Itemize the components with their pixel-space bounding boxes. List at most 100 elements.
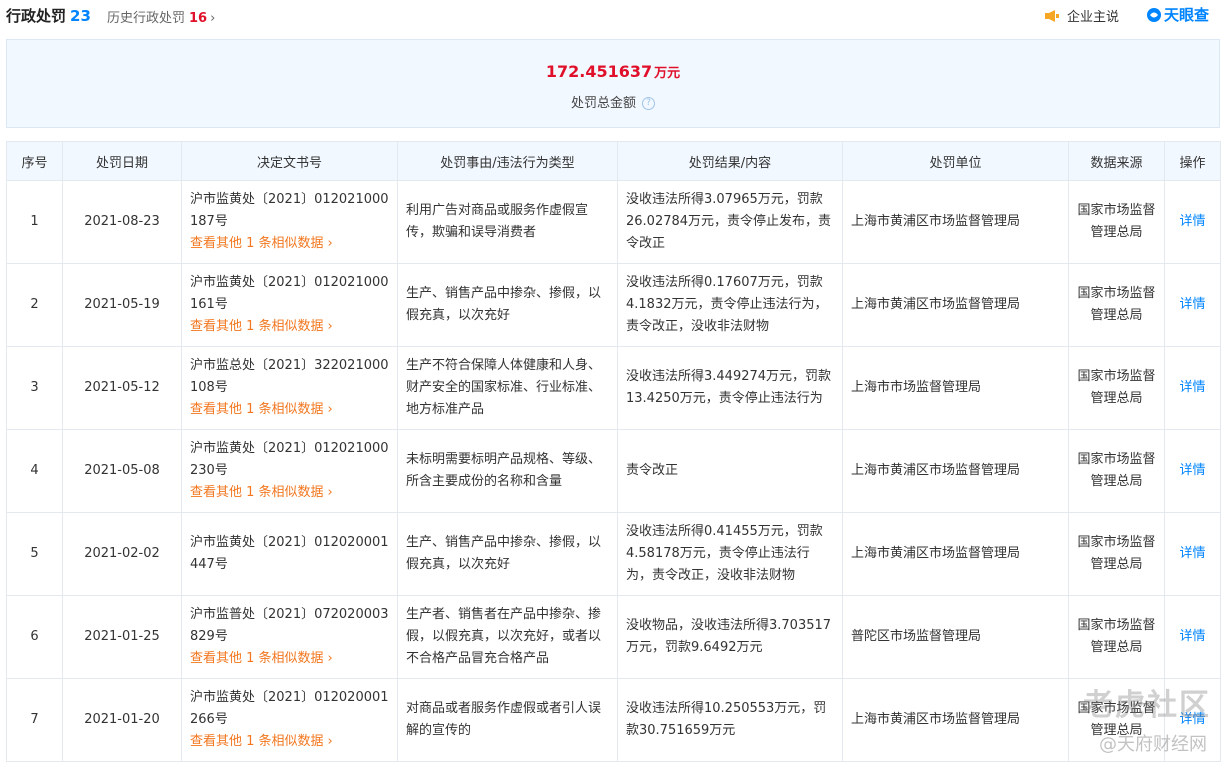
chevron-right-icon: › <box>327 402 333 417</box>
table-row: 2 2021-05-19 沪市监黄处〔2021〕012021000161号查看其他 … <box>6 263 1221 347</box>
penalty-reason: 对商品或者服务作虚假或者引人误解的宣传的 <box>397 678 618 762</box>
column-header: 处罚结果/内容 <box>617 141 843 181</box>
chevron-right-icon: › <box>327 734 333 749</box>
detail-link[interactable]: 详情 <box>1179 380 1205 395</box>
view-similar-link[interactable]: 查看其他 1 条相似数据 › <box>190 731 389 753</box>
column-header: 处罚事由/违法行为类型 <box>397 141 618 181</box>
tab-history-penalty[interactable]: 历史行政处罚 16 › <box>107 7 215 26</box>
action-cell: 详情 <box>1164 263 1221 347</box>
watermark-text: 老虎社区 <box>1083 688 1211 723</box>
penalty-authority: 普陀区市场监督管理局 <box>842 595 1069 679</box>
tab-history-count: 16 <box>189 11 208 26</box>
column-header: 处罚日期 <box>62 141 182 181</box>
table-row: 3 2021-05-12 沪市监总处〔2021〕322021000108号查看其他 … <box>6 346 1221 430</box>
view-similar-link[interactable]: 查看其他 1 条相似数据 › <box>190 482 389 504</box>
enterprise-claim-link[interactable]: 企业主说 <box>1044 6 1119 25</box>
action-cell: 详情 <box>1164 346 1221 430</box>
decision-doc-cell: 沪市监总处〔2021〕322021000108号查看其他 1 条相似数据 › <box>181 346 398 430</box>
penalty-result: 没收违法所得0.41455万元，罚款4.58178万元，责令停止违法行为，责令改… <box>617 512 843 596</box>
view-similar-label: 查看其他 1 条相似数据 <box>190 319 324 334</box>
view-similar-link[interactable]: 查看其他 1 条相似数据 › <box>190 316 389 338</box>
penalty-authority: 上海市市场监督管理局 <box>842 346 1069 430</box>
row-number: 4 <box>6 429 63 513</box>
detail-link[interactable]: 详情 <box>1179 463 1205 478</box>
penalty-date: 2021-01-25 <box>62 595 182 679</box>
decision-doc-number: 沪市监普处〔2021〕072020003829号 <box>190 607 389 644</box>
top-bar: 行政处罚 23 历史行政处罚 16 › 企业主说 天眼查 <box>0 0 1229 32</box>
row-number: 7 <box>6 678 63 762</box>
row-number: 3 <box>6 346 63 430</box>
detail-link[interactable]: 详情 <box>1179 629 1205 644</box>
penalty-authority: 上海市黄浦区市场监督管理局 <box>842 512 1069 596</box>
total-amount: 172.451637 万元 <box>7 62 1219 81</box>
action-cell: 详情 <box>1164 595 1221 679</box>
tab-admin-penalty-count: 23 <box>70 7 91 25</box>
detail-link[interactable]: 详情 <box>1179 297 1205 312</box>
table-header-row: 序号 处罚日期 决定文书号 处罚事由/违法行为类型 处罚结果/内容 处罚单位 数据来源 操作 <box>6 141 1221 181</box>
row-number: 2 <box>6 263 63 347</box>
penalty-authority: 上海市黄浦区市场监督管理局 <box>842 429 1069 513</box>
decision-doc-cell: 沪市监黄处〔2021〕012020001266号 查看其他 1 条相似数据 › <box>181 678 398 762</box>
penalty-result: 没收物品，没收违法所得3.703517万元，罚款9.6492万元 <box>617 595 843 679</box>
decision-doc-cell: 沪市监黄处〔2021〕012021000230号 查看其他 1 条相似数据 › <box>181 429 398 513</box>
view-similar-link[interactable]: 查看其他 1 条相似数据 › <box>190 648 389 670</box>
column-header: 数据来源 <box>1068 141 1165 181</box>
decision-doc-number: 沪市监总处〔2021〕322021000108号 <box>190 358 389 395</box>
penalty-result: 没收违法所得3.449274万元，罚款13.4250万元，责令停止违法行为 <box>617 346 843 430</box>
chevron-right-icon: › <box>327 319 333 334</box>
penalty-reason: 生产不符合保障人体健康和人身、财产安全的国家标准、行业标准、地方标准产品 <box>397 346 618 430</box>
data-source: 国家市场监督管理总局 <box>1068 595 1165 679</box>
action-cell: 详情 <box>1164 512 1221 596</box>
penalty-table: 序号 处罚日期 决定文书号 处罚事由/违法行为类型 处罚结果/内容 处罚单位 数据来源 操作 … <box>6 141 1221 762</box>
detail-link[interactable]: 详情 <box>1179 214 1205 229</box>
decision-doc-number: 沪市监黄处〔2021〕012021000161号 <box>190 275 389 312</box>
decision-doc-number: 沪市监黄处〔2021〕012020001447号 <box>190 535 389 572</box>
penalty-date: 2021-01-20 <box>62 678 182 762</box>
penalty-date: 2021-02-02 <box>62 512 182 596</box>
chevron-right-icon: › <box>327 236 333 251</box>
tianyancha-logo-icon <box>1146 7 1162 23</box>
penalty-reason: 利用广告对商品或服务作虚假宣传，欺骗和误导消费者 <box>397 180 618 264</box>
tab-admin-penalty[interactable]: 行政处罚 23 <box>6 5 91 26</box>
chevron-right-icon: › <box>327 485 333 500</box>
tab-admin-penalty-label: 行政处罚 <box>6 7 67 25</box>
row-number: 1 <box>6 180 63 264</box>
column-header: 操作 <box>1164 141 1221 181</box>
decision-doc-number: 沪市监黄处〔2021〕012021000187号 <box>190 192 389 229</box>
decision-doc-cell: 沪市监普处〔2021〕072020003829号查看其他 1 条相似数据 › <box>181 595 398 679</box>
penalty-result: 没收违法所得3.07965万元，罚款26.02784万元，责令停止发布，责令改正 <box>617 180 843 264</box>
action-cell: 详情 <box>1164 180 1221 264</box>
penalty-reason: 未标明需要标明产品规格、等级、所含主要成份的名称和含量 <box>397 429 618 513</box>
data-source: 国家市场监督管理总局 <box>1068 512 1165 596</box>
data-source: 国家市场监督管理总局 <box>1068 429 1165 513</box>
total-amount-label-text: 处罚总金额 <box>570 96 636 111</box>
penalty-date: 2021-05-19 <box>62 263 182 347</box>
penalty-date: 2021-08-23 <box>62 180 182 264</box>
column-header: 处罚单位 <box>842 141 1069 181</box>
penalty-reason: 生产、销售产品中掺杂、掺假，以假充真，以次充好 <box>397 263 618 347</box>
penalty-authority: 上海市黄浦区市场监督管理局 <box>842 180 1069 264</box>
table-row: 4 2021-05-08 沪市监黄处〔2021〕012021000230号 查看其他 … <box>6 429 1221 513</box>
penalty-date: 2021-05-12 <box>62 346 182 430</box>
table-row: 5 2021-02-02 沪市监黄处〔2021〕012020001447号 生产、销售… <box>6 512 1221 596</box>
chevron-right-icon: › <box>327 651 333 666</box>
table-row: 1 2021-08-23 沪市监黄处〔2021〕012021000187号查看其他 … <box>6 180 1221 264</box>
view-similar-label: 查看其他 1 条相似数据 <box>190 236 324 251</box>
row-number: 5 <box>6 512 63 596</box>
chevron-right-icon: › <box>210 11 216 26</box>
decision-doc-cell: 沪市监黄处〔2021〕012021000161号查看其他 1 条相似数据 › <box>181 263 398 347</box>
detail-link[interactable]: 详情 <box>1179 546 1205 561</box>
help-icon[interactable]: ? <box>642 97 655 110</box>
column-header: 序号 <box>6 141 63 181</box>
claim-label: 企业主说 <box>1067 10 1120 25</box>
data-source: 国家市场监督管理总局 <box>1068 346 1165 430</box>
view-similar-link[interactable]: 查看其他 1 条相似数据 › <box>190 399 389 421</box>
brand-name: 天眼查 <box>1164 6 1210 24</box>
penalty-summary-panel: 172.451637 万元 处罚总金额? <box>6 39 1220 128</box>
view-similar-link[interactable]: 查看其他 1 条相似数据 › <box>190 233 389 255</box>
penalty-authority: 上海市黄浦区市场监督管理局 <box>842 263 1069 347</box>
total-amount-label: 处罚总金额? <box>7 92 1219 111</box>
action-cell: 详情 <box>1164 429 1221 513</box>
view-similar-label: 查看其他 1 条相似数据 <box>190 402 324 417</box>
tab-history-label: 历史行政处罚 <box>107 11 186 26</box>
